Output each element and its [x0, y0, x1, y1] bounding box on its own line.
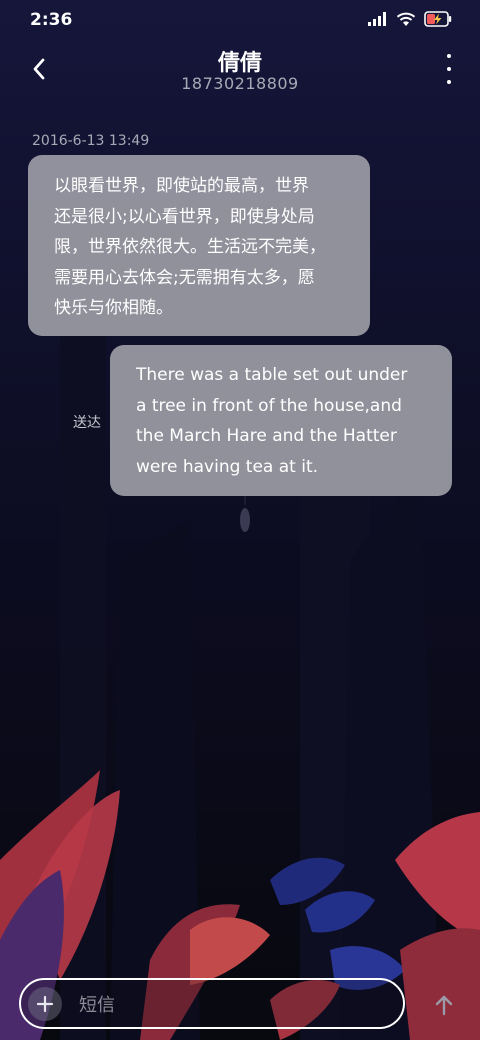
contact-name: 倩倩 [217, 51, 262, 76]
conversation-header: 倩倩 18730218809 [0, 40, 480, 104]
add-attachment-button[interactable] [28, 987, 62, 1021]
outgoing-message-bubble[interactable]: There was a table set out under a tree i… [110, 345, 452, 496]
message-line: 限，世界依然很大。生活远不完美， [54, 237, 326, 257]
message-line: There was a table set out under [136, 365, 408, 385]
incoming-message-bubble[interactable]: 以眼看世界，即使站的最高，世界 还是很小;以心看世界，即使身处局 限，世界依然很… [28, 155, 370, 336]
message-timestamp: 2016-6-13 13:49 [32, 133, 150, 149]
message-composer [19, 978, 405, 1029]
send-button[interactable] [428, 988, 460, 1022]
more-vertical-icon-dot [447, 80, 451, 84]
more-vertical-icon [447, 54, 451, 58]
message-line: 需要用心去体会;无需拥有太多，愿 [54, 267, 315, 288]
signal-icon [368, 12, 386, 26]
message-line: 快乐与你相随。 [54, 298, 173, 318]
message-line: 还是很小;以心看世界，即使身处局 [54, 206, 315, 227]
status-bar: 2:36 [0, 0, 480, 40]
battery-charging-icon [424, 11, 452, 27]
message-input[interactable] [77, 988, 391, 1022]
wifi-icon [396, 12, 416, 26]
message-line: the March Hare and the Hatter [136, 426, 397, 446]
status-icons [368, 11, 452, 27]
message-line: 以眼看世界，即使站的最高，世界 [54, 176, 309, 196]
delivery-status: 送达 [73, 415, 101, 431]
arrow-up-icon [435, 995, 453, 1016]
more-vertical-icon-dot [447, 67, 451, 71]
message-line: were having tea at it. [136, 456, 319, 477]
contact-phone-number: 18730218809 [181, 74, 299, 93]
more-options-button[interactable] [442, 54, 456, 84]
message-line: a tree in front of the house,and [136, 395, 402, 416]
status-time: 2:36 [30, 10, 73, 30]
plus-icon [36, 995, 54, 1013]
